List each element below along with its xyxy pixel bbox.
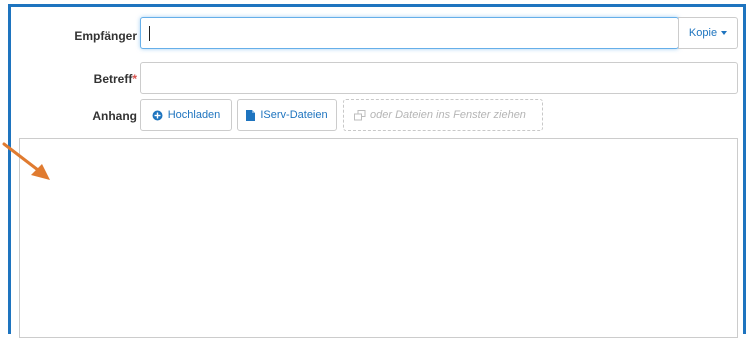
text-caret xyxy=(149,26,150,41)
attachment-label: Anhang xyxy=(92,109,137,123)
message-body-editor[interactable] xyxy=(19,138,738,338)
file-icon xyxy=(246,109,256,121)
upload-button[interactable]: Hochladen xyxy=(140,99,232,131)
arrow-annotation-icon xyxy=(2,142,50,180)
file-dropzone[interactable]: oder Dateien ins Fenster ziehen xyxy=(343,99,543,131)
iserv-files-button-label: IServ-Dateien xyxy=(260,109,328,121)
dropzone-text: oder Dateien ins Fenster ziehen xyxy=(370,109,526,121)
subject-label-text: Betreff xyxy=(93,72,133,86)
subject-input[interactable] xyxy=(140,62,738,94)
upload-button-label: Hochladen xyxy=(167,109,221,121)
circle-plus-icon xyxy=(152,110,163,120)
required-marker: * xyxy=(132,72,137,86)
recipient-label: Empfänger xyxy=(74,29,137,43)
recipient-input[interactable] xyxy=(140,17,679,49)
compose-form: Empfänger Kopie Betreff* Anhang Hochlade… xyxy=(8,4,746,338)
iserv-files-button[interactable]: IServ-Dateien xyxy=(237,99,337,131)
copy-windows-icon xyxy=(354,109,366,120)
subject-label: Betreff* xyxy=(17,72,137,86)
caret-down-icon xyxy=(721,31,728,35)
copy-dropdown-button[interactable]: Kopie xyxy=(678,17,738,49)
copy-dropdown-label: Kopie xyxy=(688,27,718,39)
